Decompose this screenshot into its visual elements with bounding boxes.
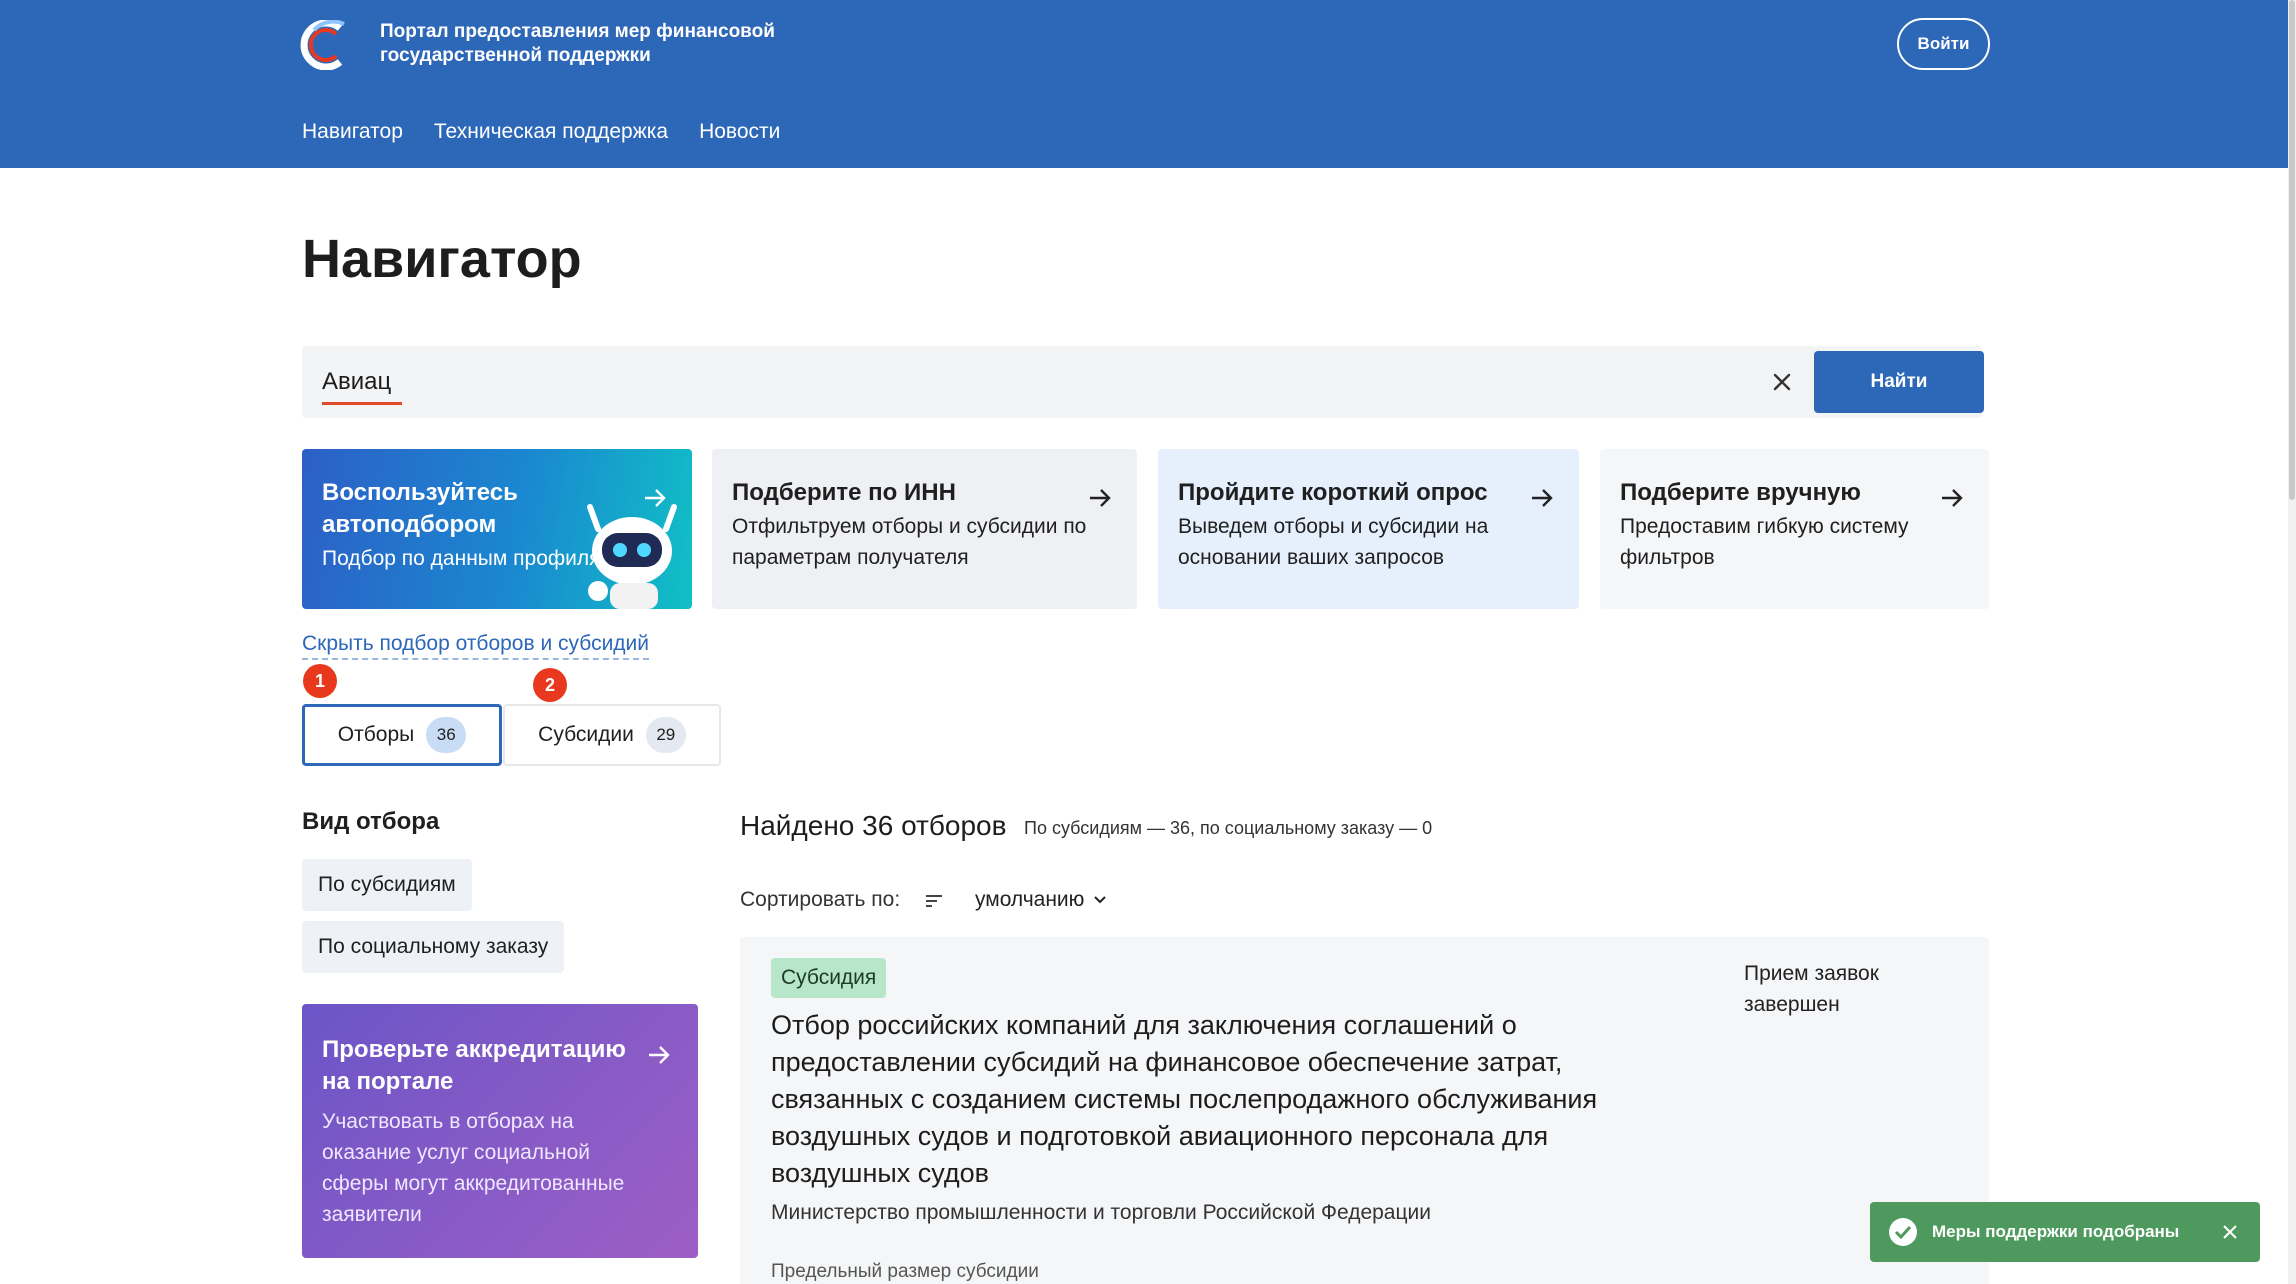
check-circle-icon bbox=[1889, 1218, 1917, 1246]
robot-mascot-icon bbox=[587, 504, 677, 609]
spellcheck-underline bbox=[322, 402, 402, 405]
header: Портал предоставления мер финансовой гос… bbox=[0, 0, 2296, 168]
arrow-right-icon bbox=[1090, 489, 1111, 507]
toast-message: Меры поддержки подобраны bbox=[1932, 1222, 2180, 1241]
tab-count-badge: 29 bbox=[645, 717, 686, 753]
result-organization: Министерство промышленности и торговли Р… bbox=[771, 1201, 1431, 1224]
results-summary: По субсидиям — 36, по социальному заказу… bbox=[1024, 818, 1433, 838]
portal-title: Портал предоставления мер финансовой гос… bbox=[380, 21, 775, 66]
clear-icon[interactable] bbox=[1768, 368, 1796, 396]
tab-count-badge: 36 bbox=[426, 717, 467, 753]
result-status: Прием заявок завершен bbox=[1744, 962, 1879, 1016]
sort-value: умолчанию bbox=[975, 888, 1085, 911]
autoselect-card[interactable]: Воспользуйтесь автоподбором Подбор по да… bbox=[302, 449, 692, 609]
tab-subsidii[interactable]: Субсидии 29 bbox=[503, 704, 721, 766]
toast-notification: Меры поддержки подобраны bbox=[1870, 1202, 2260, 1262]
accreditation-card[interactable]: Проверьте аккредитацию на портале Участв… bbox=[302, 1004, 698, 1258]
manual-card[interactable]: Подберите вручную Предоставим гибкую сис… bbox=[1600, 449, 1989, 609]
card-title: Подберите по ИНН bbox=[732, 479, 956, 506]
arrow-right-icon bbox=[1532, 489, 1553, 507]
card-title: Пройдите короткий опрос bbox=[1178, 479, 1488, 506]
sort-label: Сортировать по: bbox=[740, 888, 901, 911]
chevron-down-icon bbox=[1094, 896, 1107, 904]
result-card[interactable]: Субсидия Отбор российских компаний для з… bbox=[740, 937, 1989, 1284]
tab-label: Отборы bbox=[337, 723, 415, 746]
card-title: Подберите вручную bbox=[1620, 479, 1861, 506]
sort-select[interactable]: умолчанию bbox=[975, 888, 1108, 912]
card-subtitle: Отфильтруем отборы и субсидии по парамет… bbox=[732, 515, 1087, 569]
search-box bbox=[302, 346, 1982, 418]
search-input[interactable] bbox=[322, 364, 1722, 400]
filter-chip-social-order[interactable]: По социальному заказу bbox=[302, 921, 565, 973]
scrollbar-thumb[interactable] bbox=[2289, 0, 2295, 500]
annotation-marker-2: 2 bbox=[533, 668, 567, 702]
survey-card[interactable]: Пройдите короткий опрос Выведем отборы и… bbox=[1158, 449, 1579, 609]
tab-label: Субсидии bbox=[538, 723, 634, 746]
card-title: Воспользуйтесь автоподбором bbox=[322, 479, 518, 538]
filter-chip-subsidies[interactable]: По субсидиям bbox=[302, 859, 472, 911]
accreditation-title: Проверьте аккредитацию на портале bbox=[322, 1036, 626, 1095]
nav-item-navigator[interactable]: Навигатор bbox=[302, 120, 403, 144]
close-icon[interactable] bbox=[2222, 1224, 2238, 1240]
arrow-right-icon bbox=[1942, 489, 1963, 507]
login-button[interactable]: Войти bbox=[1897, 18, 1990, 70]
card-subtitle: Предоставим гибкую систему фильтров bbox=[1620, 515, 1909, 569]
card-subtitle: Выведем отборы и субсидии на основании в… bbox=[1178, 515, 1489, 569]
filter-title: Вид отбора bbox=[302, 808, 440, 835]
page-title: Навигатор bbox=[302, 229, 582, 289]
type-badge: Субсидия bbox=[771, 958, 887, 998]
nav-item-support[interactable]: Техническая поддержка bbox=[434, 120, 668, 144]
arrow-right-icon bbox=[649, 1046, 670, 1064]
tab-otbory[interactable]: Отборы 36 bbox=[302, 704, 502, 766]
portal-logo[interactable] bbox=[300, 20, 356, 70]
annotation-marker-1: 1 bbox=[303, 664, 337, 698]
inn-card[interactable]: Подберите по ИНН Отфильтруем отборы и су… bbox=[712, 449, 1137, 609]
nav-item-news[interactable]: Новости bbox=[699, 120, 780, 144]
hide-selection-link[interactable]: Скрыть подбор отборов и субсидий bbox=[302, 632, 650, 660]
result-title[interactable]: Отбор российских компаний для заключения… bbox=[771, 1007, 1651, 1192]
main-nav: Навигатор Техническая поддержка Новости bbox=[302, 120, 780, 144]
page-scrollbar[interactable] bbox=[2288, 0, 2296, 1284]
result-limit-label: Предельный размер субсидии bbox=[771, 1261, 1039, 1282]
results-title: Найдено 36 отборов bbox=[740, 810, 1007, 841]
accreditation-text: Участвовать в отборах на оказание услуг … bbox=[322, 1110, 625, 1226]
search-button[interactable]: Найти bbox=[1814, 351, 1984, 413]
sort-icon[interactable] bbox=[924, 892, 944, 910]
